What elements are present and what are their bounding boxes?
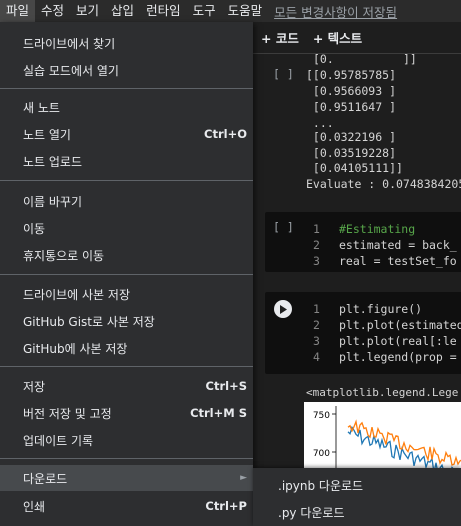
menu-item-label: .py 다운로드	[278, 505, 345, 520]
output-line: [0.03519228]	[306, 146, 397, 160]
menu-help[interactable]: 도움말	[222, 0, 269, 22]
menu-item-print[interactable]: 인쇄 Ctrl+P	[0, 493, 253, 519]
shortcut-label: Ctrl+M S	[190, 406, 247, 420]
menu-item-move[interactable]: 이동	[0, 215, 253, 241]
add-code-button[interactable]: + 코드	[261, 28, 299, 47]
line-number: 1	[313, 302, 320, 316]
shortcut-label: Ctrl+S	[205, 379, 247, 393]
menu-edit[interactable]: 수정	[35, 0, 70, 22]
file-menu: 드라이브에서 찾기 실습 모드에서 열기 새 노트 노트 열기 Ctrl+O 노트…	[0, 22, 253, 526]
line-number: 2	[313, 318, 320, 332]
menu-item-label: GitHub에 사본 저장	[23, 341, 128, 356]
menu-item-download-ipynb[interactable]: .ipynb 다운로드	[253, 472, 461, 498]
menu-item-revision-history[interactable]: 업데이트 기록	[0, 427, 253, 453]
menu-item-save[interactable]: 저장 Ctrl+S	[0, 373, 253, 399]
menu-item-download-py[interactable]: .py 다운로드	[253, 499, 461, 525]
cell-run-bracket[interactable]: [ ]	[273, 67, 294, 81]
line-number: 2	[313, 238, 320, 252]
menu-item-label: 드라이브에 사본 저장	[23, 287, 130, 302]
menu-item-locate-in-drive[interactable]: 드라이브에서 찾기	[0, 30, 253, 56]
menu-item-label: GitHub Gist로 사본 저장	[23, 314, 155, 329]
output-line: [0.04105111]]	[306, 161, 403, 175]
code-line[interactable]: plt.legend(prop =	[339, 350, 457, 364]
menu-item-label: 드라이브에서 찾기	[23, 36, 116, 51]
menubar: 파일 수정 보기 삽입 런타임 도구 도움말 모든 변경사항이 저장됨	[0, 0, 461, 22]
submenu-arrow-icon: ►	[240, 473, 247, 483]
menu-view[interactable]: 보기	[70, 0, 105, 22]
menu-item-download[interactable]: 다운로드 ►	[0, 465, 253, 491]
code-line[interactable]: plt.plot(real[:le	[339, 334, 457, 348]
output-line: [0.0322196 ]	[306, 130, 397, 144]
menu-item-open-playground[interactable]: 실습 모드에서 열기	[0, 57, 253, 83]
line-number: 4	[313, 350, 320, 364]
menu-item-save-copy-github[interactable]: GitHub에 사본 저장	[0, 335, 253, 361]
output-line: [[0.95785785]	[306, 68, 397, 82]
code-cell-estimating[interactable]: [ ] 1 2 3 #Estimating estimated = back_ …	[265, 212, 461, 272]
shortcut-label: Ctrl+P	[205, 499, 247, 513]
code-line[interactable]: estimated = back_	[339, 238, 457, 252]
shortcut-label: Ctrl+O	[204, 127, 247, 141]
output-line: [0.9511647 ]	[306, 100, 397, 114]
menu-tools[interactable]: 도구	[187, 0, 222, 22]
menu-divider	[0, 274, 253, 275]
notebook-area: + 코드 + 텍스트 [ ] [0. ]] [[0.95785785] [0.9…	[253, 22, 461, 526]
menu-item-label: 업데이트 기록	[23, 433, 94, 448]
output-line: [0. ]]	[313, 52, 417, 66]
menu-item-label: .ipynb 다운로드	[278, 478, 364, 493]
save-status-link[interactable]: 모든 변경사항이 저장됨	[268, 2, 397, 21]
menu-item-label: 인쇄	[23, 499, 46, 514]
series-line-real	[347, 419, 461, 466]
add-text-button[interactable]: + 텍스트	[313, 28, 362, 47]
evaluate-output: Evaluate : 0.0748384205	[306, 177, 461, 191]
menu-item-label: 다운로드	[23, 471, 68, 486]
code-line[interactable]: #Estimating	[339, 222, 415, 236]
run-cell-button[interactable]	[274, 300, 292, 318]
code-line[interactable]: plt.plot(estimated	[339, 318, 461, 332]
menu-item-label: 노트 업로드	[23, 154, 83, 169]
menu-item-rename[interactable]: 이름 바꾸기	[0, 188, 253, 214]
download-submenu: .ipynb 다운로드 .py 다운로드	[253, 468, 461, 526]
line-number: 3	[313, 254, 320, 268]
y-tick-label: 700	[313, 449, 330, 459]
code-cell-plot[interactable]: 1 2 3 4 plt.figure() plt.plot(estimated …	[265, 292, 461, 374]
output-line: ...	[306, 116, 334, 130]
menu-item-label: 버전 저장 및 고정	[23, 406, 112, 421]
line-number: 1	[313, 222, 320, 236]
menu-insert[interactable]: 삽입	[105, 0, 140, 22]
menu-item-save-and-pin-revision[interactable]: 버전 저장 및 고정 Ctrl+M S	[0, 400, 253, 426]
menu-item-label: 새 노트	[23, 100, 60, 115]
menu-item-label: 휴지통으로 이동	[23, 248, 105, 263]
play-icon	[280, 304, 287, 314]
menu-divider	[0, 366, 253, 367]
menu-item-move-to-trash[interactable]: 휴지통으로 이동	[0, 242, 253, 268]
menu-divider	[0, 458, 253, 459]
output-line: [0.9566093 ]	[306, 84, 397, 98]
cell-run-bracket[interactable]: [ ]	[273, 220, 294, 234]
menu-item-save-copy-drive[interactable]: 드라이브에 사본 저장	[0, 281, 253, 307]
code-line[interactable]: real = testSet_fo	[339, 254, 457, 268]
y-tick-label: 750	[313, 411, 330, 421]
menu-item-upload-notebook[interactable]: 노트 업로드	[0, 148, 253, 174]
menu-item-label: 이름 바꾸기	[23, 194, 83, 209]
menu-item-new-notebook[interactable]: 새 노트	[0, 94, 253, 120]
menu-item-label: 저장	[23, 379, 46, 394]
menu-item-save-copy-gist[interactable]: GitHub Gist로 사본 저장	[0, 308, 253, 334]
menu-item-label: 실습 모드에서 열기	[23, 63, 119, 78]
menu-runtime[interactable]: 런타임	[140, 0, 187, 22]
menu-file[interactable]: 파일	[0, 0, 36, 22]
code-line[interactable]: plt.figure()	[339, 302, 422, 316]
menu-item-label: 노트 열기	[23, 127, 71, 142]
menu-divider	[0, 88, 253, 89]
notebook-toolbar: + 코드 + 텍스트	[253, 22, 461, 54]
line-number: 3	[313, 334, 320, 348]
menu-divider	[0, 180, 253, 181]
menu-item-open-notebook[interactable]: 노트 열기 Ctrl+O	[0, 121, 253, 147]
menu-item-label: 이동	[23, 221, 46, 236]
legend-output-text: <matplotlib.legend.Lege	[306, 386, 459, 399]
